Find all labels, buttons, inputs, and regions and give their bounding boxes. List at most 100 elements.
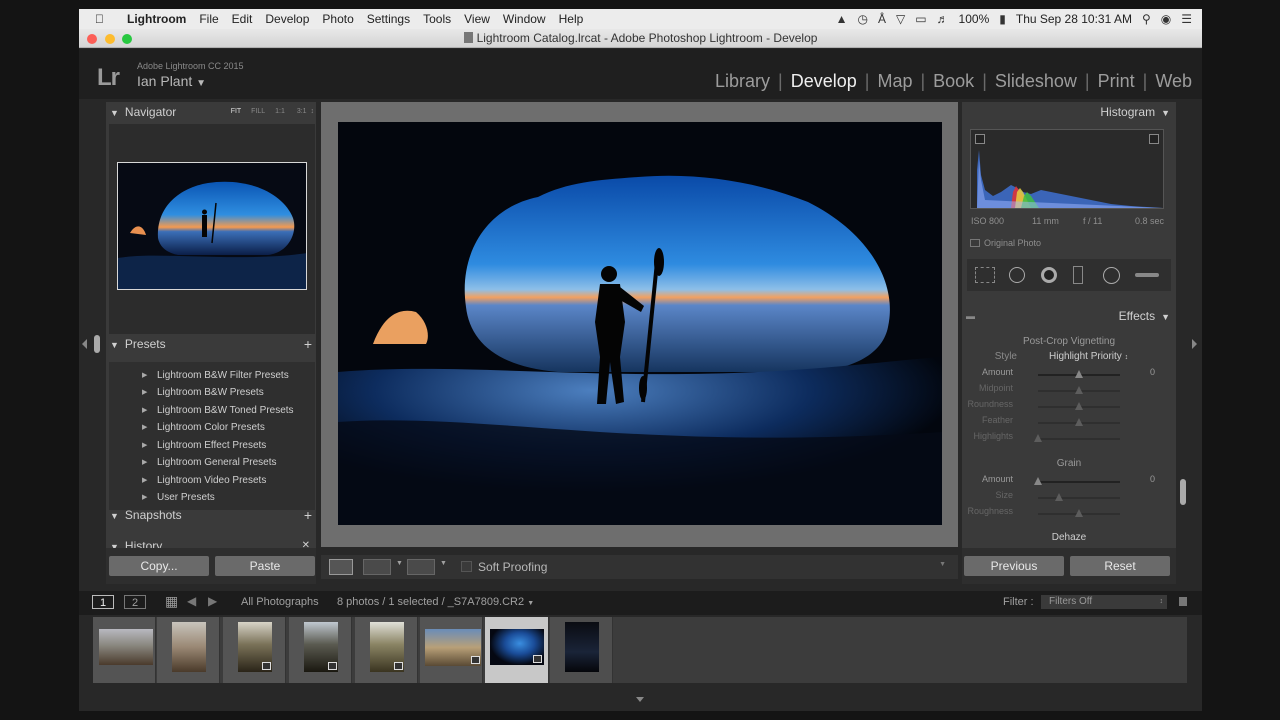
slider-handle[interactable]	[1075, 370, 1083, 378]
zoom-1-1[interactable]: 1:1	[275, 108, 285, 115]
filter-select[interactable]: Filters Off ↕	[1041, 595, 1167, 609]
module-web[interactable]: Web	[1147, 71, 1192, 92]
secondary-window-button[interactable]: 2	[124, 595, 146, 609]
shadow-clipping-icon[interactable]	[975, 134, 985, 144]
right-panel-toggle-icon[interactable]	[1192, 339, 1197, 349]
volume-icon[interactable]: ♬	[937, 12, 949, 26]
slider-handle[interactable]	[1034, 477, 1042, 485]
previous-button[interactable]: Previous	[964, 556, 1064, 576]
radial-filter-icon[interactable]	[1103, 267, 1120, 284]
vignette-style-select[interactable]: Highlight Priority ↕	[1049, 351, 1128, 362]
filter-lock-icon[interactable]	[1179, 597, 1187, 606]
zoom-window-button[interactable]	[122, 34, 132, 44]
menu-settings[interactable]: Settings	[367, 12, 410, 26]
adjustment-brush-icon[interactable]	[1135, 273, 1159, 277]
original-photo-checkbox[interactable]	[970, 239, 980, 247]
bluetooth-icon[interactable]: Å	[878, 12, 886, 26]
spot-removal-icon[interactable]	[1009, 267, 1025, 283]
effects-panel-switch-icon[interactable]: ▬	[966, 306, 975, 326]
preset-folder[interactable]: ▶ Lightroom B&W Filter Presets	[109, 367, 315, 384]
preset-folder[interactable]: ▶ Lightroom Effect Presets	[109, 437, 315, 454]
menu-app[interactable]: Lightroom	[127, 12, 186, 26]
apple-icon[interactable]: 	[95, 12, 115, 26]
preset-folder[interactable]: ▶ Lightroom B&W Presets	[109, 384, 315, 401]
filmstrip-thumbnail[interactable]	[223, 617, 286, 683]
left-panel-toggle-icon[interactable]	[82, 339, 87, 349]
filmstrip-thumbnail[interactable]	[289, 617, 352, 683]
menu-file[interactable]: File	[199, 12, 218, 26]
preset-folder[interactable]: ▶ Lightroom Color Presets	[109, 419, 315, 436]
menu-view[interactable]: View	[464, 12, 490, 26]
slider-track[interactable]	[1038, 438, 1120, 440]
spotlight-search-icon[interactable]: ⚲	[1142, 12, 1151, 26]
slider-value[interactable]: 0	[1150, 474, 1155, 484]
paste-settings-button[interactable]: Paste	[215, 556, 315, 576]
module-slideshow[interactable]: Slideshow	[987, 71, 1085, 92]
preset-folder[interactable]: ▶ Lightroom General Presets	[109, 454, 315, 471]
presets-collapse-icon[interactable]: ▼	[110, 340, 119, 350]
filmstrip-count[interactable]: 8 photos / 1 selected / _S7A7809.CR2 ▼	[337, 596, 534, 608]
module-map[interactable]: Map	[869, 71, 920, 92]
airplay-icon[interactable]: ▭	[915, 12, 926, 26]
filmstrip-thumbnail[interactable]	[157, 617, 220, 683]
drive-icon[interactable]: ▲	[836, 12, 848, 26]
wifi-icon[interactable]: ▽	[896, 12, 905, 26]
clear-history-icon[interactable]: ✕	[302, 536, 310, 548]
slider-handle[interactable]	[1054, 493, 1063, 501]
user-name[interactable]: Ian Plant ▼	[137, 73, 206, 89]
navigator-header[interactable]: ▼ Navigator FIT FILL 1:1 3:1 ↕	[110, 102, 314, 122]
crop-overlay-icon[interactable]	[975, 267, 995, 283]
zoom-fit[interactable]: FIT	[231, 108, 242, 115]
main-window-button[interactable]: 1	[92, 595, 114, 609]
menu-tools[interactable]: Tools	[423, 12, 451, 26]
forward-arrow-icon[interactable]: ▶	[208, 594, 217, 608]
navigator-preview[interactable]	[117, 162, 307, 290]
menubar-clock[interactable]: Thu Sep 28 10:31 AM	[1016, 12, 1132, 26]
menu-window[interactable]: Window	[503, 12, 546, 26]
dehaze-title[interactable]: Dehaze	[967, 532, 1171, 543]
add-preset-icon[interactable]: +	[304, 334, 312, 354]
slider-handle[interactable]	[1075, 402, 1083, 410]
preset-folder[interactable]: ▶ Lightroom Video Presets	[109, 472, 315, 489]
histogram-header[interactable]: Histogram ▼	[966, 102, 1170, 122]
zoom-3-1[interactable]: 3:1	[297, 108, 307, 115]
effects-header[interactable]: ▬ Effects ▼	[966, 306, 1170, 326]
minimize-window-button[interactable]	[105, 34, 115, 44]
module-print[interactable]: Print	[1090, 71, 1143, 92]
left-panel-scrollbar[interactable]	[94, 335, 100, 353]
before-after-dropdown-icon[interactable]: ▼	[396, 560, 403, 567]
reset-button[interactable]: Reset	[1070, 556, 1170, 576]
back-arrow-icon[interactable]: ◀	[187, 594, 196, 608]
filmstrip-thumbnail[interactable]	[550, 617, 613, 683]
before-after-view-icon[interactable]	[363, 559, 391, 575]
slider-track[interactable]	[1038, 497, 1120, 499]
history-header[interactable]: ▼ History ✕	[110, 536, 314, 548]
menu-photo[interactable]: Photo	[322, 12, 353, 26]
battery-icon[interactable]: ▮	[999, 12, 1006, 26]
slider-handle[interactable]	[1034, 434, 1042, 442]
slider-value[interactable]: 0	[1150, 367, 1155, 377]
presets-header[interactable]: ▼ Presets +	[110, 334, 314, 354]
siri-icon[interactable]: ◉	[1161, 12, 1171, 26]
copy-settings-button[interactable]: Copy...	[109, 556, 209, 576]
filmstrip-source[interactable]: All Photographs	[241, 596, 319, 608]
filmstrip-thumbnail-selected[interactable]	[485, 617, 549, 683]
right-panel-scrollbar[interactable]	[1180, 479, 1186, 505]
slider-handle[interactable]	[1075, 509, 1083, 517]
copy-settings-dropdown-icon[interactable]: ▼	[440, 560, 447, 567]
histogram[interactable]	[970, 129, 1164, 209]
module-book[interactable]: Book	[925, 71, 982, 92]
red-eye-icon[interactable]	[1041, 267, 1057, 283]
menu-edit[interactable]: Edit	[232, 12, 253, 26]
slider-handle[interactable]	[1075, 418, 1083, 426]
menu-help[interactable]: Help	[559, 12, 584, 26]
close-window-button[interactable]	[87, 34, 97, 44]
filmstrip-thumbnail[interactable]	[420, 617, 483, 683]
snapshots-header[interactable]: ▼ Snapshots +	[110, 505, 314, 525]
module-library[interactable]: Library	[707, 71, 778, 92]
histogram-collapse-icon[interactable]: ▼	[1161, 108, 1170, 118]
preset-folder[interactable]: ▶ User Presets	[109, 489, 315, 506]
slider-handle[interactable]	[1075, 386, 1083, 394]
original-photo-toggle[interactable]: Original Photo	[970, 238, 1041, 248]
zoom-ratio-stepper-icon[interactable]: ↕	[311, 108, 315, 115]
